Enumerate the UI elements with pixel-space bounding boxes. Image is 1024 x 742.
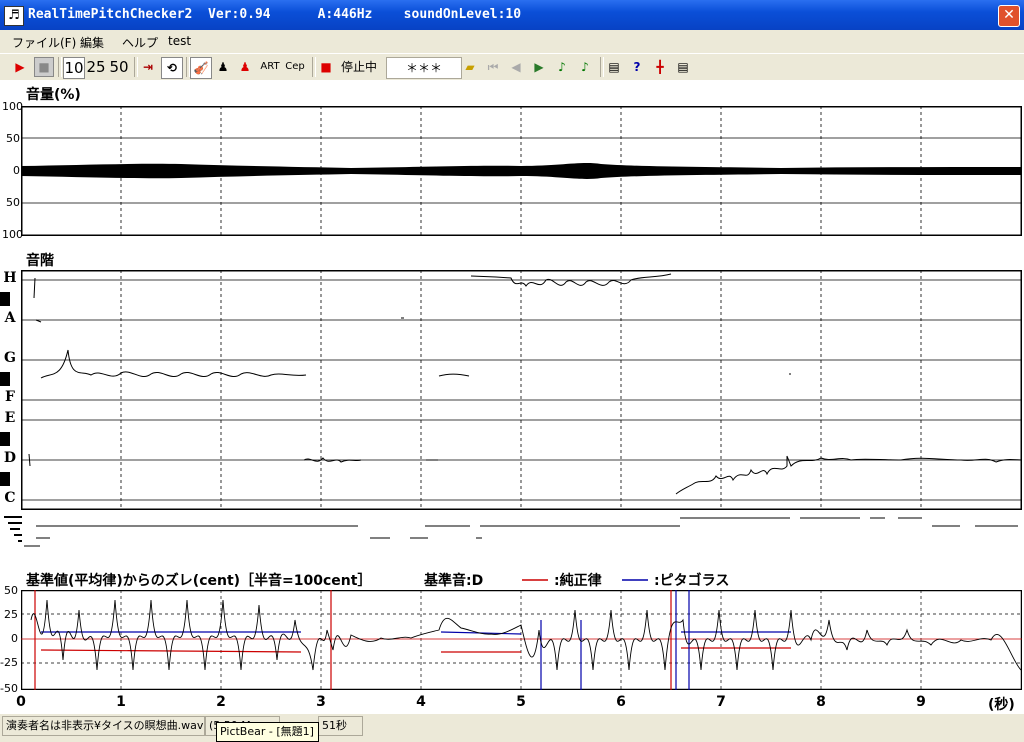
legend-just-line [522, 579, 548, 581]
deviation-panel: 基準値(平均律)からのズレ(cent)［半音=100cent］ 基準音:D :純… [0, 566, 1024, 714]
deviation-title: 基準値(平均律)からのズレ(cent)［半音=100cent］ [26, 573, 372, 589]
vol-tick-50-top: 50 [6, 132, 20, 145]
zoom-10-button[interactable]: 10 [63, 57, 85, 79]
key-Db [0, 472, 10, 486]
scale-title: 音階 [26, 253, 54, 269]
person-black-icon[interactable]: ♟ [213, 57, 233, 77]
note-G: G [4, 350, 16, 366]
time-tick-3: 3 [316, 694, 326, 710]
time-tick-4: 4 [416, 694, 426, 710]
note-green2-icon[interactable]: ♪ [575, 57, 595, 77]
time-tick-1: 1 [116, 694, 126, 710]
note-green-icon[interactable]: ♪ [552, 57, 572, 77]
time-tick-7: 7 [716, 694, 726, 710]
time-tick-0: 0 [16, 694, 26, 710]
legend-just-label: :純正律 [554, 573, 602, 589]
pitch-trace-chart [21, 270, 1022, 510]
zoom-25-button[interactable]: 25 [86, 57, 106, 77]
vol-tick-0: 0 [13, 164, 20, 177]
cep-button[interactable]: Cep [283, 57, 307, 77]
window-title: RealTimePitchChecker2 Ver:0.94 A:446Hz s… [28, 7, 522, 22]
dev-tick-50: 50 [4, 584, 18, 597]
volume-waveform-chart [21, 106, 1022, 236]
time-tick-6: 6 [616, 694, 626, 710]
skip-start-icon[interactable]: ⏮ [483, 57, 503, 77]
time-tick-8: 8 [816, 694, 826, 710]
note-A: A [4, 310, 16, 326]
volume-panel: 音量(%) 100 50 0 50 100 [0, 80, 1024, 246]
dev-tick-minus25: -25 [0, 656, 18, 669]
note-F: F [5, 389, 15, 405]
note-D: D [3, 450, 17, 466]
time-tick-5: 5 [516, 694, 526, 710]
note-H: H [3, 270, 17, 286]
vol-tick-100-top: 100 [2, 100, 23, 113]
step-back-icon[interactable]: ◀ [506, 57, 526, 77]
stop-icon[interactable]: ■ [34, 57, 54, 77]
note-E: E [4, 410, 16, 426]
violin-icon[interactable]: 🎻 [190, 57, 212, 79]
dev-tick-0: 0 [11, 632, 18, 645]
status-filename: 演奏者名は非表示¥タイスの瞑想曲.wav [2, 716, 205, 736]
print2-icon[interactable]: ▤ [673, 57, 693, 77]
loop-icon[interactable]: ⟲ [161, 57, 183, 79]
split-icon[interactable]: ╋ [650, 57, 670, 77]
person-red-icon[interactable]: ♟ [235, 57, 255, 77]
note-C: C [4, 490, 16, 506]
note-bars-chart [4, 516, 1018, 547]
volume-title: 音量(%) [26, 87, 81, 103]
base-note: 基準音:D [424, 573, 484, 589]
play-icon[interactable]: ▶ [10, 57, 30, 77]
menu-test[interactable]: test [168, 34, 191, 48]
app-icon: ♬ [4, 6, 24, 26]
key-Bb [0, 292, 10, 306]
taskbar-tooltip: PictBear - [無題1] [216, 722, 319, 742]
jump-end-icon[interactable]: ⇥ [138, 57, 158, 77]
time-unit: (秒) [988, 697, 1015, 713]
scale-panel: 音階 H A G F E D C [0, 246, 1024, 566]
legend-pyth-line [622, 579, 648, 581]
dev-tick-25: 25 [4, 608, 18, 621]
help-icon[interactable]: ? [627, 57, 647, 77]
menu-bar: ファイル(F) 編集 ヘルプ test [0, 30, 1024, 52]
legend-pyth-label: :ピタゴラス [654, 573, 730, 589]
record-icon[interactable]: ■ [316, 57, 336, 77]
step-forward-icon[interactable]: ▶ [529, 57, 549, 77]
time-tick-9: 9 [916, 694, 926, 710]
zoom-50-button[interactable]: 50 [109, 57, 129, 77]
art-button[interactable]: ART [258, 57, 282, 77]
key-Eb [0, 432, 10, 446]
deviation-chart [21, 590, 1022, 690]
folder-open-icon[interactable]: ▰ [460, 57, 480, 77]
status-seconds: 51秒 [318, 716, 363, 736]
status-bar: 演奏者名は非表示¥タイスの瞑想曲.wav (5.50 M PictBear - … [0, 714, 1024, 742]
vol-tick-50-bottom: 50 [6, 196, 20, 209]
print-icon[interactable]: ▤ [604, 57, 624, 77]
close-button[interactable]: ✕ [998, 5, 1020, 27]
menu-file[interactable]: ファイル(F) [12, 34, 76, 51]
menu-help[interactable]: ヘルプ [122, 34, 158, 51]
status-text: 停止中 [340, 60, 377, 74]
vol-tick-100-bottom: 100 [2, 228, 23, 241]
key-Gb [0, 372, 10, 386]
menu-edit[interactable]: 編集 [80, 34, 104, 51]
time-tick-2: 2 [216, 694, 226, 710]
title-bar: ♬ RealTimePitchChecker2 Ver:0.94 A:446Hz… [0, 0, 1024, 30]
note-display: ＊＊＊ [386, 57, 462, 79]
toolbar: ▶ ■ 10 25 50 ⇥ ⟲ 🎻 ♟ ♟ ART Cep ■ 停止中 ＊＊＊… [0, 53, 1024, 81]
